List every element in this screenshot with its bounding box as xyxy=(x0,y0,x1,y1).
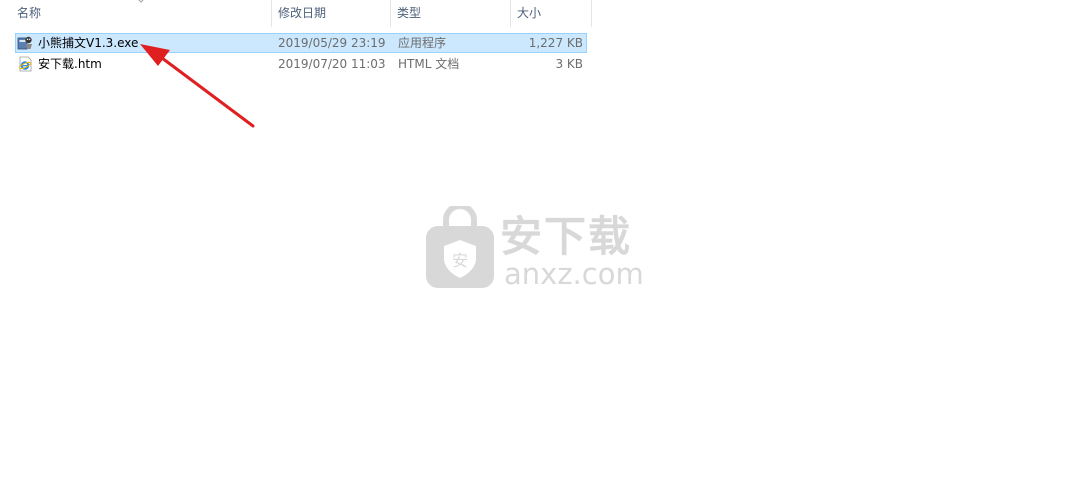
watermark-text-cn: 安下载 xyxy=(500,212,633,261)
internet-explorer-icon xyxy=(18,56,32,72)
column-header-modified[interactable]: 修改日期 xyxy=(278,0,326,27)
file-name[interactable]: 小熊捕文V1.3.exe xyxy=(38,33,138,53)
watermark-badge-char: 安 xyxy=(452,251,468,270)
watermark: 安 安下载 anxz.com xyxy=(422,206,644,296)
column-divider[interactable] xyxy=(591,0,592,27)
sort-chevron-icon[interactable] xyxy=(136,0,146,5)
column-divider[interactable] xyxy=(510,0,511,27)
shopping-bag-shield-icon: 安 xyxy=(426,206,494,288)
file-name[interactable]: 安下载.htm xyxy=(38,54,102,74)
column-header-name[interactable]: 名称 xyxy=(17,0,41,27)
file-type: 应用程序 xyxy=(398,36,447,50)
watermark-text-en: anxz.com xyxy=(504,257,644,291)
file-modified-date: 2019/05/29 23:19 xyxy=(278,36,386,50)
file-row[interactable]: 小熊捕文V1.3.exe 2019/05/29 23:19 应用程序 1,227… xyxy=(15,33,587,53)
file-modified-date: 2019/07/20 11:03 xyxy=(278,57,386,71)
column-divider[interactable] xyxy=(390,0,391,27)
file-row[interactable]: 安下载.htm 2019/07/20 11:03 HTML 文档 3 KB xyxy=(15,54,587,74)
column-divider[interactable] xyxy=(271,0,272,27)
column-header-type[interactable]: 类型 xyxy=(397,0,421,27)
file-explorer: 名称 修改日期 类型 大小 小熊捕文V1.3.exe 2019/05/29 23… xyxy=(0,0,1067,502)
column-header-size[interactable]: 大小 xyxy=(517,0,541,27)
file-type: HTML 文档 xyxy=(398,57,460,71)
application-icon xyxy=(17,36,32,50)
column-header-row: 名称 修改日期 类型 大小 xyxy=(0,0,592,27)
file-size: 3 KB xyxy=(555,57,583,71)
file-size: 1,227 KB xyxy=(528,36,583,50)
